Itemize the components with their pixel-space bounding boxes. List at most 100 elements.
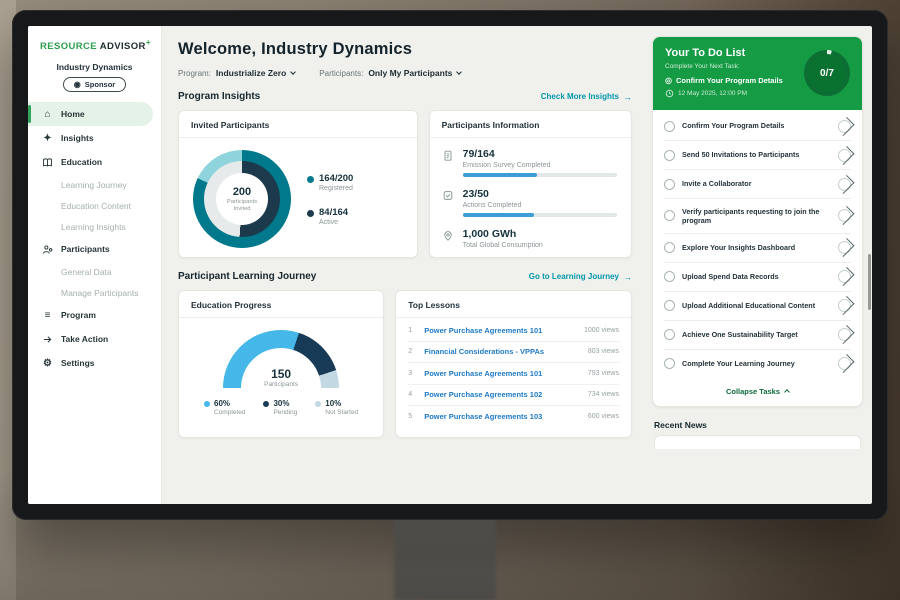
chevron-right-icon[interactable] — [838, 357, 851, 370]
check-more-insights-link[interactable]: Check More Insights → — [541, 92, 632, 102]
todo-progress-value: 0/7 — [808, 54, 846, 92]
checkbox-icon[interactable] — [664, 329, 675, 340]
sidebar-nav: ⌂ Home ✦ Insights Education Learning Jou… — [28, 102, 161, 375]
task-list: Confirm Your Program Details Send 50 Inv… — [653, 110, 862, 378]
sidebar-item-take-action[interactable]: Take Action — [28, 327, 161, 351]
logo-secondary: ADVISOR — [100, 41, 146, 52]
sidebar-item-home[interactable]: ⌂ Home — [28, 102, 153, 126]
sidebar-item-general-data[interactable]: General Data — [28, 261, 161, 282]
sidebar-item-insights[interactable]: ✦ Insights — [28, 126, 161, 150]
education-gauge-chart: 150 Participants — [223, 330, 339, 388]
org-name: Industry Dynamics — [28, 62, 161, 72]
todo-panel: Your To Do List Complete Your Next Task:… — [646, 26, 872, 504]
sidebar-item-manage-participants[interactable]: Manage Participants — [28, 282, 161, 303]
monitor-stand — [394, 516, 496, 600]
app-logo: RESOURCE ADVISOR+ — [28, 38, 161, 52]
checkbox-icon[interactable] — [664, 358, 675, 369]
checkbox-icon[interactable] — [664, 242, 675, 253]
checkbox-icon[interactable] — [664, 121, 675, 132]
invited-participants-title: Invited Participants — [179, 111, 417, 138]
gauge-center-value: 150 — [223, 367, 339, 381]
sidebar: RESOURCE ADVISOR+ Industry Dynamics ◉ Sp… — [28, 26, 162, 504]
target-icon: ◎ — [665, 76, 672, 85]
logo-plus: + — [146, 38, 151, 47]
task-row-complete-learning-journey[interactable]: Complete Your Learning Journey — [664, 350, 851, 378]
actions-icon — [442, 188, 455, 217]
invited-participants-card: Invited Participants 200 Participants In… — [178, 110, 418, 258]
lesson-link[interactable]: Financial Considerations - VPPAs — [424, 347, 580, 356]
task-row-send-invitations[interactable]: Send 50 Invitations to Participants — [664, 141, 851, 170]
lesson-row: 5 Power Purchase Agreements 103 600 view… — [408, 406, 619, 428]
participants-information-title: Participants Information — [430, 111, 631, 138]
task-row-invite-collaborator[interactable]: Invite a Collaborator — [664, 170, 851, 199]
sidebar-item-education-content[interactable]: Education Content — [28, 195, 161, 216]
task-row-confirm-program[interactable]: Confirm Your Program Details — [664, 112, 851, 141]
recent-news-section: Recent News — [652, 416, 863, 453]
sidebar-item-program[interactable]: ≡ Program — [28, 303, 161, 327]
task-row-upload-educational-content[interactable]: Upload Additional Educational Content — [664, 292, 851, 321]
arrow-right-icon: → — [623, 272, 632, 282]
main-content: Welcome, Industry Dynamics Program: Indu… — [162, 26, 646, 504]
checkbox-icon[interactable] — [664, 179, 675, 190]
program-dropdown[interactable]: Program: Industrialize Zero — [178, 68, 295, 78]
go-to-learning-journey-link[interactable]: Go to Learning Journey → — [529, 272, 632, 282]
recent-news-title: Recent News — [654, 420, 861, 430]
chevron-right-icon[interactable] — [838, 328, 851, 341]
lesson-link[interactable]: Power Purchase Agreements 101 — [424, 369, 580, 378]
sidebar-item-participants[interactable]: Participants — [28, 237, 161, 261]
donut-center-label: Participants Invited — [221, 199, 263, 213]
chevron-right-icon[interactable] — [838, 270, 851, 283]
program-list-icon: ≡ — [41, 310, 54, 321]
legend-dot-pending — [263, 401, 269, 407]
legend-not-started: 10% Not Started — [315, 399, 358, 416]
arrow-right-icon: → — [623, 92, 632, 102]
participants-dropdown[interactable]: Participants: Only My Participants — [319, 68, 461, 78]
task-row-upload-spend-data[interactable]: Upload Spend Data Records — [664, 263, 851, 292]
insights-cards-row: Invited Participants 200 Participants In… — [178, 110, 632, 258]
checkbox-icon[interactable] — [664, 300, 675, 311]
checkbox-icon[interactable] — [664, 150, 675, 161]
lesson-link[interactable]: Power Purchase Agreements 103 — [424, 412, 580, 421]
chevron-right-icon[interactable] — [838, 241, 851, 254]
legend-dot-active — [307, 210, 314, 217]
chevron-right-icon[interactable] — [838, 120, 851, 133]
lesson-link[interactable]: Power Purchase Agreements 101 — [424, 326, 576, 335]
logo-primary: RESOURCE — [40, 41, 97, 52]
chevron-right-icon[interactable] — [838, 209, 851, 222]
page-title: Welcome, Industry Dynamics — [178, 40, 632, 59]
sidebar-item-settings[interactable]: ⚙ Settings — [28, 351, 161, 375]
chevron-right-icon[interactable] — [838, 149, 851, 162]
actions-completed-progressbar — [463, 213, 617, 217]
education-legend: 60% Completed 30% Pending 10% Not Starte… — [204, 399, 358, 416]
legend-active: 84/164 Active — [307, 207, 353, 226]
chevron-right-icon[interactable] — [838, 178, 851, 191]
lesson-link[interactable]: Power Purchase Agreements 102 — [424, 390, 580, 399]
sidebar-item-learning-insights[interactable]: Learning Insights — [28, 216, 161, 237]
participants-icon — [41, 244, 54, 255]
emission-survey-row: 79/164 Emission Survey Completed — [442, 148, 617, 177]
program-label: Program: — [178, 69, 211, 78]
sidebar-item-education[interactable]: Education — [28, 150, 161, 174]
checkbox-icon[interactable] — [664, 210, 675, 221]
lesson-row: 3 Power Purchase Agreements 101 793 view… — [408, 363, 619, 385]
program-insights-title: Program Insights — [178, 91, 260, 102]
legend-dot-registered — [307, 176, 314, 183]
clock-icon — [665, 89, 674, 98]
filters-row: Program: Industrialize Zero Participants… — [178, 68, 632, 78]
legend-pending: 30% Pending — [263, 399, 297, 416]
dashboard-screen: RESOURCE ADVISOR+ Industry Dynamics ◉ Sp… — [28, 26, 872, 504]
sidebar-item-learning-journey[interactable]: Learning Journey — [28, 174, 161, 195]
task-row-verify-participants[interactable]: Verify participants requesting to join t… — [664, 199, 851, 234]
checkbox-icon[interactable] — [664, 271, 675, 282]
chevron-down-icon — [290, 69, 296, 75]
task-row-achieve-target[interactable]: Achieve One Sustainability Target — [664, 321, 851, 350]
sponsor-badge[interactable]: ◉ Sponsor — [63, 77, 126, 92]
todo-progress-ring: 0/7 — [804, 50, 850, 96]
education-icon — [41, 157, 54, 168]
task-row-explore-insights[interactable]: Explore Your Insights Dashboard — [664, 234, 851, 263]
invited-legend: 164/200 Registered 84/164 Active — [307, 173, 353, 226]
emission-survey-progressbar — [463, 173, 617, 177]
collapse-tasks-button[interactable]: Collapse Tasks — [653, 378, 862, 406]
scrollbar[interactable] — [868, 254, 871, 310]
chevron-right-icon[interactable] — [838, 299, 851, 312]
